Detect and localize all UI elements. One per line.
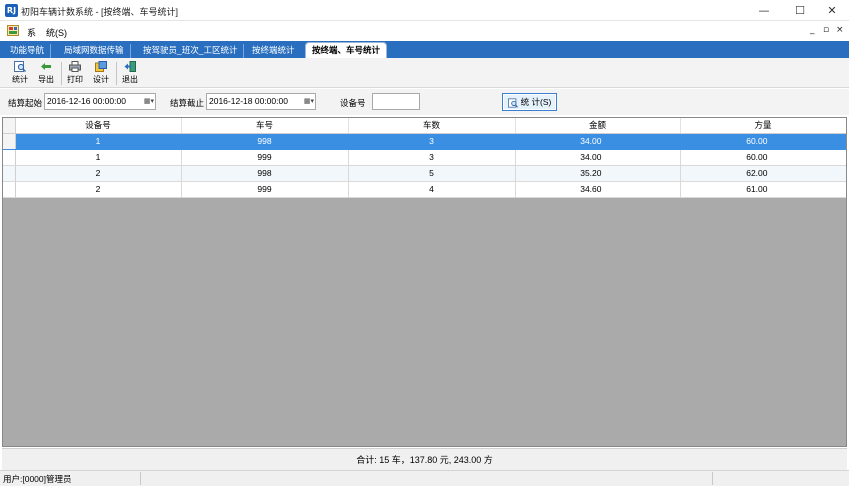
cell-count[interactable]: 4 (348, 181, 516, 198)
export-icon (41, 63, 51, 70)
start-datetime-value: 2016-12-16 00:00:00 (47, 96, 126, 106)
mdi-close-button[interactable]: × (836, 25, 844, 35)
document-menu-icon[interactable] (7, 25, 19, 36)
cell-volume[interactable]: 60.00 (680, 149, 846, 166)
cell-car[interactable]: 998 (181, 133, 349, 150)
export-toolbar-button[interactable]: 导出 (34, 61, 58, 87)
stat-toolbar-button[interactable]: 统计 (8, 61, 32, 87)
column-header-volume[interactable]: 方量 (680, 118, 846, 134)
column-header-count[interactable]: 车数 (348, 118, 516, 134)
exit-door-icon (124, 61, 136, 72)
table-header-row: 设备号 车号 车数 金额 方量 (3, 118, 846, 134)
cell-count[interactable]: 3 (348, 149, 516, 166)
table-row[interactable]: 1 999 3 34.00 60.00 (3, 149, 846, 166)
device-number-input[interactable] (372, 93, 420, 110)
cell-amount[interactable]: 35.20 (515, 165, 681, 182)
end-date-label: 结算截止 (170, 98, 205, 108)
cell-car[interactable]: 998 (181, 165, 349, 182)
end-datetime-value: 2016-12-18 00:00:00 (209, 96, 288, 106)
menu-bar (0, 21, 849, 41)
minimize-button[interactable]: — (747, 0, 781, 21)
table-row[interactable]: 1 998 3 34.00 60.00 (3, 133, 846, 150)
mdi-minimize-button[interactable]: _ (810, 25, 815, 35)
row-header[interactable] (3, 181, 16, 198)
status-user: 用户:[0000]管理员 (3, 474, 72, 484)
export-toolbar-label: 导出 (38, 75, 54, 84)
tab-driver-shift-stats[interactable]: 按驾驶员_班次_工区统计 (137, 44, 245, 58)
toolbar-divider (61, 62, 62, 85)
maximize-button[interactable]: ☐ (783, 0, 817, 21)
row-header[interactable] (3, 133, 16, 150)
print-toolbar-button[interactable]: 打印 (63, 61, 87, 87)
cell-amount[interactable]: 34.00 (515, 149, 681, 166)
cell-amount[interactable]: 34.00 (515, 133, 681, 150)
stat-button-label: 统 计(S) (520, 97, 552, 107)
print-toolbar-label: 打印 (67, 75, 83, 84)
magnifier-icon (14, 61, 26, 72)
cell-volume[interactable]: 60.00 (680, 133, 846, 150)
tab-function-nav[interactable]: 功能导航 (4, 44, 52, 58)
cell-device[interactable]: 2 (15, 165, 182, 182)
menu-system-1[interactable]: 系 (27, 26, 36, 39)
row-header[interactable] (3, 165, 16, 182)
cell-count[interactable]: 5 (348, 165, 516, 182)
start-datetime-picker[interactable]: 2016-12-16 00:00:00 ▦▾ (44, 93, 156, 110)
cell-amount[interactable]: 34.60 (515, 181, 681, 198)
cell-volume[interactable]: 61.00 (680, 181, 846, 198)
row-header-corner (3, 118, 16, 134)
cell-car[interactable]: 999 (181, 181, 349, 198)
cell-device[interactable]: 2 (15, 181, 182, 198)
mdi-restore-button[interactable]: ▫ (823, 25, 829, 35)
stats-data-grid[interactable]: 设备号 车号 车数 金额 方量 1 998 3 34.00 60.00 1 99… (2, 117, 847, 447)
window-title: 初阳车辆计数系统 - [按终端、车号统计] (21, 7, 178, 17)
app-logo-icon: RJ (5, 4, 18, 17)
design-toolbar-label: 设计 (93, 75, 109, 84)
totals-summary: 合计: 15 车，137.80 元, 243.00 方 (2, 448, 847, 470)
row-header[interactable] (3, 149, 16, 166)
cell-volume[interactable]: 62.00 (680, 165, 846, 182)
tab-terminal-car-stats[interactable]: 按终端、车号统计 (305, 42, 388, 58)
status-divider (712, 472, 713, 485)
stat-button[interactable]: 统 计(S) (502, 93, 557, 111)
column-header-device[interactable]: 设备号 (15, 118, 182, 134)
status-divider (140, 472, 141, 485)
design-toolbar-button[interactable]: 设计 (89, 61, 113, 87)
end-datetime-picker[interactable]: 2016-12-18 00:00:00 ▦▾ (206, 93, 316, 110)
calendar-dropdown-icon[interactable]: ▦▾ (140, 96, 154, 107)
tab-lan-transfer[interactable]: 局域网数据传输 (58, 44, 131, 58)
calendar-dropdown-icon[interactable]: ▦▾ (300, 96, 314, 107)
status-bar: 用户:[0000]管理员 (0, 470, 849, 486)
table-row[interactable]: 2 999 4 34.60 61.00 (3, 181, 846, 198)
column-header-amount[interactable]: 金额 (515, 118, 681, 134)
tab-terminal-stats[interactable]: 按终端统计 (246, 44, 301, 58)
printer-icon (69, 61, 81, 72)
table-row[interactable]: 2 998 5 35.20 62.00 (3, 165, 846, 182)
menu-system-2[interactable]: 统(S) (46, 26, 67, 39)
toolbar-divider (116, 62, 117, 85)
cell-device[interactable]: 1 (15, 133, 182, 150)
cell-car[interactable]: 999 (181, 149, 349, 166)
exit-toolbar-button[interactable]: 退出 (118, 61, 142, 87)
start-date-label: 结算起始 (8, 98, 43, 108)
stats-table: 设备号 车号 车数 金额 方量 1 998 3 34.00 60.00 1 99… (3, 118, 846, 198)
exit-toolbar-label: 退出 (122, 75, 138, 84)
stat-toolbar-label: 统计 (12, 75, 28, 84)
column-header-car[interactable]: 车号 (181, 118, 349, 134)
cell-device[interactable]: 1 (15, 149, 182, 166)
device-number-label: 设备号 (340, 98, 366, 108)
cell-count[interactable]: 3 (348, 133, 516, 150)
window-title-bar: RJ 初阳车辆计数系统 - [按终端、车号统计] — ☐ ✕ (0, 0, 849, 21)
magnifier-icon (507, 98, 518, 108)
design-icon (95, 61, 107, 72)
close-button[interactable]: ✕ (815, 0, 849, 21)
